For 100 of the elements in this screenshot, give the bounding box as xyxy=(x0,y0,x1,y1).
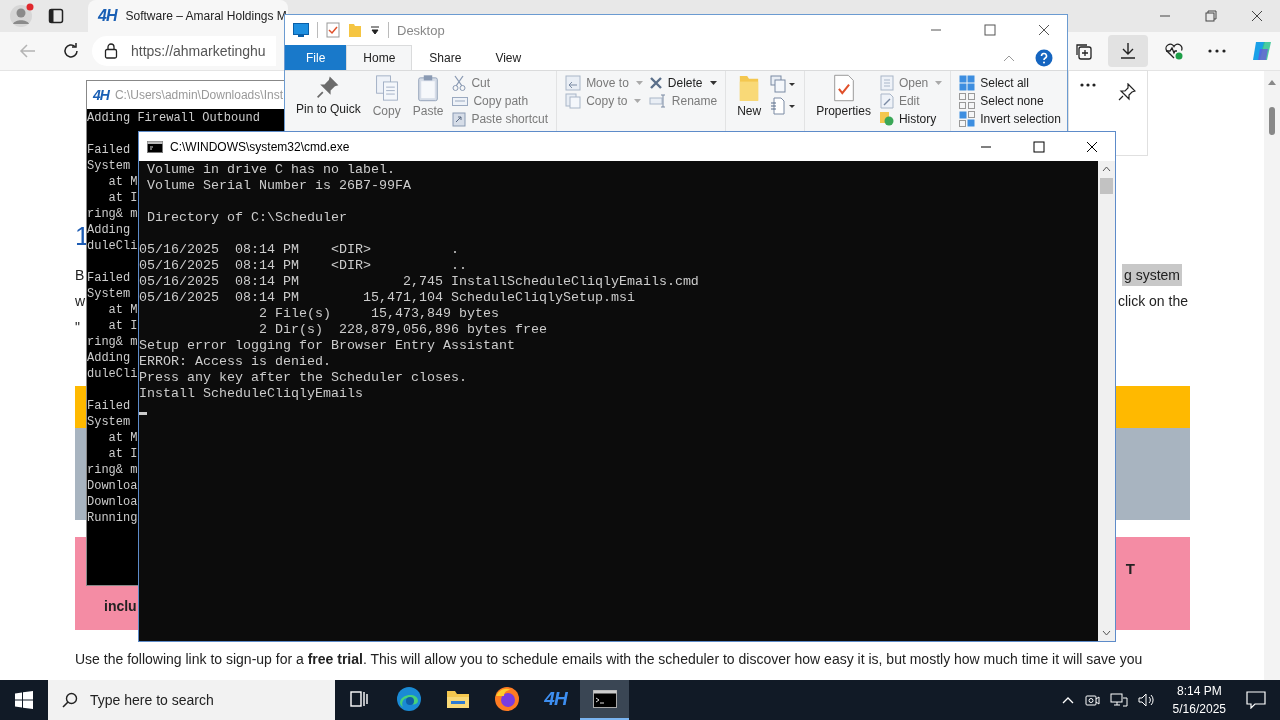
properties-icon[interactable] xyxy=(326,22,340,38)
ribbon-tab[interactable]: View xyxy=(478,45,539,70)
dropdown-icon[interactable] xyxy=(370,25,380,35)
chevron-up-icon[interactable] xyxy=(1061,696,1074,704)
shortcut-icon xyxy=(452,110,467,127)
path-icon xyxy=(452,94,469,107)
maximize-icon[interactable] xyxy=(984,24,996,36)
delete-icon xyxy=(648,75,663,90)
browser-icon xyxy=(395,686,422,712)
scissors-icon xyxy=(452,74,467,91)
ribbon-tab[interactable]: Share xyxy=(412,45,479,70)
history-button[interactable]: History xyxy=(879,110,943,127)
pin-button[interactable]: Pin to Quick xyxy=(293,71,364,131)
copy-icon xyxy=(373,74,400,102)
console-line: Running xyxy=(87,510,138,526)
console-line: Volume in drive C has no label. xyxy=(146,162,395,178)
tab-actions-icon[interactable] xyxy=(48,8,64,24)
heart-pulse-icon[interactable] xyxy=(1164,42,1184,60)
console-app-button[interactable] xyxy=(580,680,629,720)
body-text: w xyxy=(75,293,86,309)
grid-icon xyxy=(959,92,976,109)
close-icon[interactable] xyxy=(1086,140,1098,153)
console-icon xyxy=(592,690,617,708)
console-line: System xyxy=(87,158,131,174)
checked-page-icon xyxy=(832,74,855,102)
history-icon xyxy=(879,111,894,126)
collections-icon[interactable] xyxy=(1074,42,1092,60)
clock-time[interactable]: 8:14 PM xyxy=(1176,682,1222,700)
scrollbar[interactable] xyxy=(1264,71,1280,680)
console-icon xyxy=(147,140,163,153)
console-line: ERROR: Access is denied. xyxy=(139,354,331,370)
close-icon[interactable] xyxy=(1251,10,1263,22)
console-line: at I xyxy=(107,190,138,206)
app-button[interactable]: 4H xyxy=(531,680,580,720)
scrollbar[interactable] xyxy=(1098,161,1115,641)
console-line: Install ScheduleCliqlyEmails xyxy=(139,386,363,402)
folder-icon xyxy=(738,74,761,102)
ribbon-tab[interactable]: File xyxy=(285,45,347,70)
copilot-icon[interactable] xyxy=(1250,39,1274,63)
more-icon[interactable] xyxy=(1080,83,1096,87)
url-text: https://ahmarketinghu xyxy=(131,43,266,59)
console-line: 05/16/2025 08:14 PM 15,471,104 ScheduleCliqlySetup.msi xyxy=(139,290,635,306)
refresh-icon[interactable] xyxy=(62,42,80,60)
scroll-thumb[interactable] xyxy=(1269,107,1275,135)
window-title: Desktop xyxy=(397,22,445,38)
restore-icon[interactable] xyxy=(1205,10,1217,22)
console-line: 2 Dir(s) 228,879,056,896 bytes free xyxy=(257,322,547,338)
scroll-up-icon[interactable] xyxy=(1102,166,1111,172)
console-line: duleCli xyxy=(87,238,138,254)
console-line: 05/16/2025 08:14 PM 2,745 InstallScheduleCliqlyEmails.cmd xyxy=(139,274,699,290)
console-line: Directory of C:\Scheduler xyxy=(146,210,347,226)
new-item-icon[interactable] xyxy=(770,75,797,93)
ribbon-tab[interactable]: Home xyxy=(346,45,413,70)
console-line: Setup error logging for Browser Entry Assistant xyxy=(139,338,515,354)
body-text: B xyxy=(75,267,85,283)
notice-text: T xyxy=(1125,559,1135,579)
collapse-icon[interactable] xyxy=(1003,53,1015,62)
console-line: System xyxy=(87,414,131,430)
address-bar[interactable]: https://ahmarketinghu xyxy=(92,36,276,66)
more-icon[interactable] xyxy=(1208,49,1226,53)
start-icon[interactable] xyxy=(15,691,33,709)
copy-icon xyxy=(565,92,582,109)
page-icon xyxy=(879,74,894,91)
delete-button[interactable]: Delete xyxy=(648,74,718,91)
easy-access-icon[interactable] xyxy=(770,97,797,115)
invert-selection-button[interactable]: Invert selection xyxy=(959,110,1061,127)
body-text: click on the xyxy=(1117,293,1188,309)
console-line: Downloa xyxy=(87,478,138,494)
caret-icon xyxy=(709,80,717,85)
scroll-down-icon[interactable] xyxy=(1102,630,1111,636)
help-icon[interactable] xyxy=(1035,48,1053,67)
volume-icon[interactable] xyxy=(1137,692,1156,708)
select-none-button[interactable]: Select none xyxy=(959,92,1061,109)
window-title: C:\Users\admin\Downloads\Inst xyxy=(114,88,283,102)
notification-icon[interactable] xyxy=(1246,691,1266,709)
grid-icon xyxy=(959,110,976,127)
console-line: ring& m xyxy=(87,206,138,222)
pin-icon[interactable] xyxy=(1118,83,1136,101)
maximize-icon[interactable] xyxy=(1033,140,1045,153)
network-icon[interactable] xyxy=(1109,692,1128,708)
properties-button[interactable]: Properties xyxy=(813,71,874,131)
new-folder-button[interactable]: New xyxy=(734,71,765,131)
download-button[interactable] xyxy=(1108,35,1148,67)
console-line: ring& m xyxy=(87,334,138,350)
task-view-icon xyxy=(349,690,370,708)
search-icon xyxy=(62,692,78,708)
avatar-icon[interactable] xyxy=(9,3,35,29)
clock-date[interactable]: 5/16/2025 xyxy=(1172,700,1226,718)
select-all-button[interactable]: Select all xyxy=(959,74,1061,91)
notice-text: inclu xyxy=(104,598,137,614)
scroll-thumb[interactable] xyxy=(1100,178,1113,194)
close-icon[interactable] xyxy=(1038,24,1050,36)
camera-icon[interactable] xyxy=(1083,692,1100,708)
lock-icon xyxy=(104,43,118,59)
window-title: C:\WINDOWS\system32\cmd.exe xyxy=(170,139,350,154)
monitor-icon xyxy=(293,23,309,37)
console-line: System xyxy=(87,286,131,302)
caret-icon xyxy=(635,80,643,85)
scroll-up-icon[interactable] xyxy=(1268,79,1276,85)
app-logo: 4H xyxy=(93,86,109,104)
